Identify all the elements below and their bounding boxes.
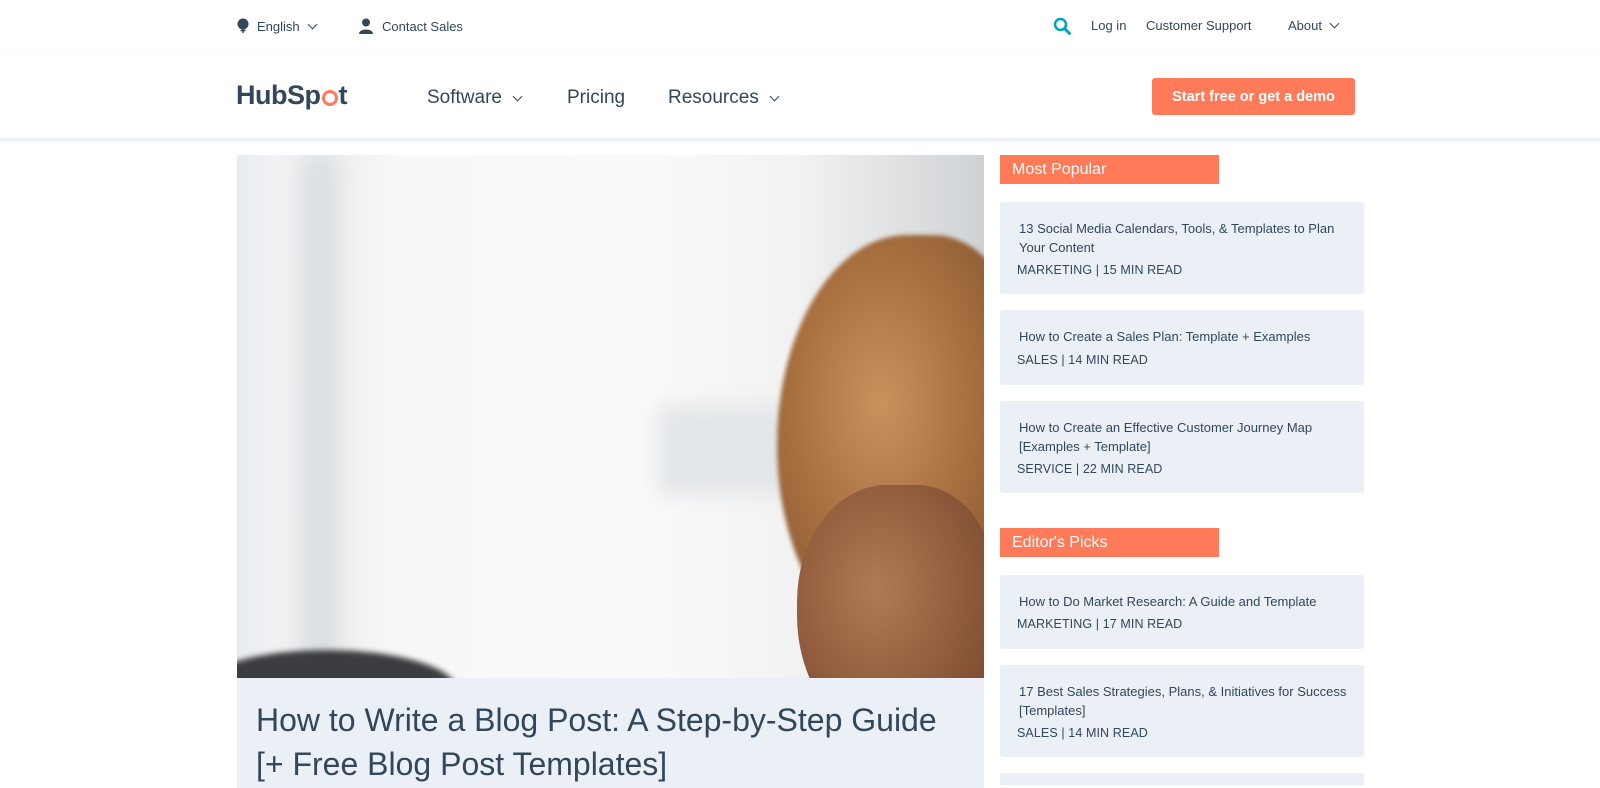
nav-pricing-label: Pricing <box>567 87 626 108</box>
user-icon <box>359 18 373 34</box>
contact-sales-link[interactable]: Contact Sales <box>358 18 463 34</box>
logo-text-end: t <box>338 80 348 110</box>
item-meta: MARKETING | 15 MIN READ <box>1017 263 1183 277</box>
customer-support-label: Customer Support <box>1146 18 1252 33</box>
chevron-down-icon <box>769 91 780 101</box>
item-meta: MARKETING | 17 MIN READ <box>1017 617 1183 631</box>
hero-image[interactable] <box>237 155 984 678</box>
about-menu[interactable]: About <box>1288 18 1340 33</box>
editors-picks-heading: Editor's Picks <box>1000 528 1219 557</box>
chevron-down-icon <box>307 19 318 29</box>
language-label: English <box>257 18 300 34</box>
search-button[interactable] <box>1053 17 1071 35</box>
hubspot-logo[interactable]: HubSp t <box>236 80 347 111</box>
logo-text: HubSp <box>236 80 321 110</box>
customer-support-link[interactable]: Customer Support <box>1146 18 1252 33</box>
shoulder-shape <box>237 650 457 678</box>
editors-pick-item[interactable]: How to Do Market Research: A Guide and T… <box>1000 575 1364 649</box>
sprocket-icon <box>321 89 338 106</box>
main-navigation: HubSp t Software Pricing Resources <box>0 54 1600 139</box>
item-title[interactable]: How to Create a Sales Plan: Template + E… <box>1019 328 1349 347</box>
hero-title-box: How to Write a Blog Post: A Step-by-Step… <box>237 678 984 788</box>
background-blur <box>657 405 797 495</box>
utility-bar: English Contact Sales Log in Customer Su… <box>0 0 1600 54</box>
most-popular-item[interactable]: How to Create a Sales Plan: Template + E… <box>1000 310 1364 385</box>
article-title[interactable]: How to Write a Blog Post: A Step-by-Step… <box>256 698 956 786</box>
item-title[interactable]: How to Create an Effective Customer Jour… <box>1019 419 1349 456</box>
item-meta: SERVICE | 22 MIN READ <box>1017 462 1163 476</box>
editors-pick-item[interactable] <box>1000 773 1364 785</box>
most-popular-item[interactable]: 13 Social Media Calendars, Tools, & Temp… <box>1000 202 1364 294</box>
item-title[interactable]: How to Do Market Research: A Guide and T… <box>1019 593 1349 612</box>
item-meta: SALES | 14 MIN READ <box>1017 353 1148 367</box>
login-link[interactable]: Log in <box>1091 18 1126 33</box>
contact-sales-label: Contact Sales <box>382 18 463 34</box>
nav-resources[interactable]: Resources <box>668 87 780 109</box>
chevron-down-icon <box>1329 18 1340 29</box>
language-selector[interactable]: English <box>236 18 318 34</box>
about-label: About <box>1288 18 1322 33</box>
editors-pick-item[interactable]: 17 Best Sales Strategies, Plans, & Initi… <box>1000 665 1364 757</box>
nav-pricing[interactable]: Pricing <box>567 87 625 109</box>
most-popular-item[interactable]: How to Create an Effective Customer Jour… <box>1000 401 1364 493</box>
item-title[interactable]: 13 Social Media Calendars, Tools, & Temp… <box>1019 220 1349 257</box>
most-popular-heading: Most Popular <box>1000 155 1219 184</box>
nav-software-label: Software <box>427 87 502 108</box>
nav-software[interactable]: Software <box>427 87 523 109</box>
chevron-down-icon <box>512 91 523 101</box>
nav-resources-label: Resources <box>668 87 759 108</box>
item-meta: SALES | 14 MIN READ <box>1017 726 1148 740</box>
globe-icon <box>237 18 249 33</box>
login-label: Log in <box>1091 18 1127 33</box>
search-icon <box>1053 17 1071 35</box>
start-free-demo-button[interactable]: Start free or get a demo <box>1152 78 1355 115</box>
item-title[interactable]: 17 Best Sales Strategies, Plans, & Initi… <box>1019 683 1349 720</box>
background-blur <box>297 155 337 678</box>
